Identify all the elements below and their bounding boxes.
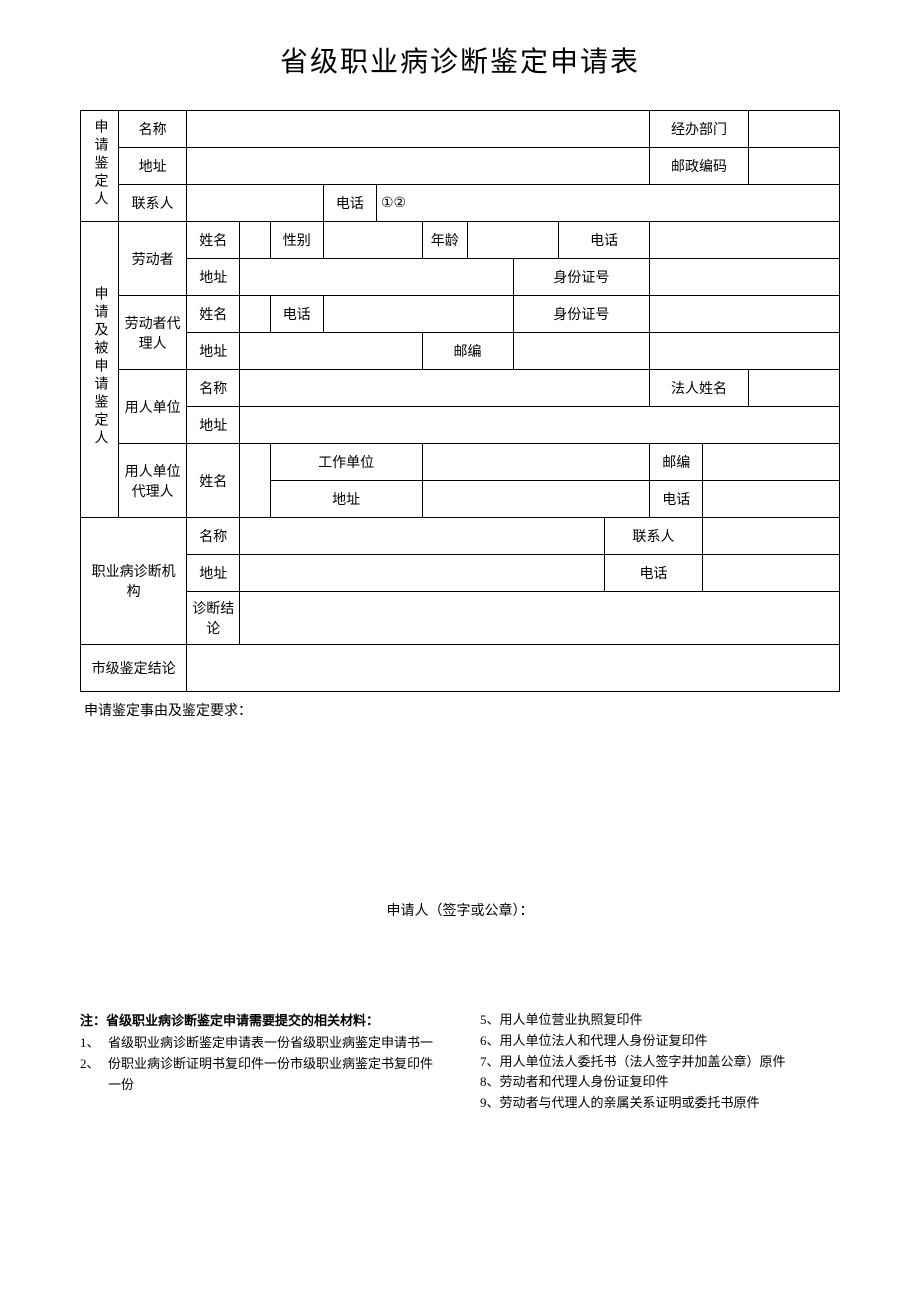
field-agent-post[interactable] — [513, 333, 650, 370]
label-agent-post: 邮编 — [422, 333, 513, 370]
group-parties: 申请及被申请鉴定人 — [81, 222, 119, 518]
label-inst-addr: 地址 — [187, 555, 240, 592]
field-agent-name[interactable] — [240, 296, 270, 333]
notes-right-8: 8、劳动者和代理人身份证复印件 — [480, 1072, 840, 1093]
label-empagent-unit: 工作单位 — [270, 444, 422, 481]
field-agent-addr[interactable] — [240, 333, 422, 370]
sub-worker: 劳动者 — [118, 222, 186, 296]
label-addr: 地址 — [118, 148, 186, 185]
field-worker-addr[interactable] — [240, 259, 513, 296]
field-inst-name[interactable] — [240, 518, 604, 555]
label-worker-phone: 电话 — [559, 222, 650, 259]
notes-right-5: 5、用人单位营业执照复印件 — [480, 1010, 840, 1031]
label-emp-addr: 地址 — [187, 407, 240, 444]
label-empagent-name: 姓名 — [187, 444, 240, 518]
label-inst-contact: 联系人 — [604, 518, 703, 555]
label-worker-id: 身份证号 — [513, 259, 650, 296]
label-agent-id: 身份证号 — [513, 296, 650, 333]
sub-employer: 用人单位 — [118, 370, 186, 444]
sub-agent: 劳动者代理人 — [118, 296, 186, 370]
field-inst-addr[interactable] — [240, 555, 604, 592]
notes-right-9: 9、劳动者与代理人的亲属关系证明或委托书原件 — [480, 1093, 840, 1114]
field-emp-addr[interactable] — [240, 407, 840, 444]
field-worker-age[interactable] — [468, 222, 559, 259]
label-reason: 申请鉴定事由及鉴定要求： — [84, 700, 840, 720]
field-contact[interactable] — [187, 185, 324, 222]
label-empagent-post: 邮编 — [650, 444, 703, 481]
field-agent-blank[interactable] — [650, 333, 840, 370]
label-emp-name: 名称 — [187, 370, 240, 407]
field-worker-id[interactable] — [650, 259, 840, 296]
label-inst-concl: 诊断结论 — [187, 592, 240, 645]
label-empagent-addr: 地址 — [270, 481, 422, 518]
field-inst-phone[interactable] — [703, 555, 840, 592]
label-contact: 联系人 — [118, 185, 186, 222]
notes-left-nums: 1、2、 — [80, 1033, 98, 1095]
label-empagent-phone: 电话 — [650, 481, 703, 518]
field-agent-id[interactable] — [650, 296, 840, 333]
field-dept[interactable] — [748, 111, 839, 148]
application-form-table: 申请鉴定人 名称 经办部门 地址 邮政编码 联系人 电话 ①② 申请及被申请鉴定… — [80, 110, 840, 692]
notes-right-6: 6、用人单位法人和代理人身份证复印件 — [480, 1031, 840, 1052]
label-dept: 经办部门 — [650, 111, 749, 148]
field-worker-phone[interactable] — [650, 222, 840, 259]
signature-line: 申请人（签字或公章）： — [80, 900, 840, 920]
field-emp-legal[interactable] — [748, 370, 839, 407]
label-name: 名称 — [118, 111, 186, 148]
field-empagent-addr[interactable] — [422, 481, 650, 518]
field-inst-contact[interactable] — [703, 518, 840, 555]
field-inst-concl[interactable] — [240, 592, 840, 645]
field-name[interactable] — [187, 111, 650, 148]
label-emp-legal: 法人姓名 — [650, 370, 749, 407]
field-phone[interactable]: ①② — [376, 185, 839, 222]
field-city-concl[interactable] — [187, 645, 840, 692]
field-agent-phone[interactable] — [323, 296, 513, 333]
field-empagent-post[interactable] — [703, 444, 840, 481]
field-postcode[interactable] — [748, 148, 839, 185]
field-emp-name[interactable] — [240, 370, 650, 407]
field-empagent-name[interactable] — [240, 444, 270, 518]
label-worker-addr: 地址 — [187, 259, 240, 296]
field-addr[interactable] — [187, 148, 650, 185]
notes-section: 注：省级职业病诊断鉴定申请需要提交的相关材料： 1、2、 省级职业病诊断鉴定申请… — [80, 1010, 840, 1114]
field-empagent-phone[interactable] — [703, 481, 840, 518]
notes-right-7: 7、用人单位法人委托书（法人签字并加盖公章）原件 — [480, 1052, 840, 1073]
page-title: 省级职业病诊断鉴定申请表 — [80, 40, 840, 80]
label-worker-name: 姓名 — [187, 222, 240, 259]
label-inst-phone: 电话 — [604, 555, 703, 592]
label-phone: 电话 — [323, 185, 376, 222]
label-agent-addr: 地址 — [187, 333, 240, 370]
label-inst-name: 名称 — [187, 518, 240, 555]
notes-left-text: 省级职业病诊断鉴定申请表一份省级职业病鉴定申请书一份职业病诊断证明书复印件一份市… — [108, 1033, 440, 1095]
label-postcode: 邮政编码 — [650, 148, 749, 185]
group-applicant: 申请鉴定人 — [81, 111, 119, 222]
notes-title: 注：省级职业病诊断鉴定申请需要提交的相关材料： — [80, 1010, 440, 1029]
group-diag-inst: 职业病诊断机构 — [81, 518, 187, 645]
field-empagent-unit[interactable] — [422, 444, 650, 481]
field-worker-sex[interactable] — [323, 222, 422, 259]
label-city-concl: 市级鉴定结论 — [81, 645, 187, 692]
label-agent-phone: 电话 — [270, 296, 323, 333]
field-worker-name[interactable] — [240, 222, 270, 259]
label-worker-sex: 性别 — [270, 222, 323, 259]
label-agent-name: 姓名 — [187, 296, 240, 333]
sub-empagent: 用人单位代理人 — [118, 444, 186, 518]
label-worker-age: 年龄 — [422, 222, 468, 259]
